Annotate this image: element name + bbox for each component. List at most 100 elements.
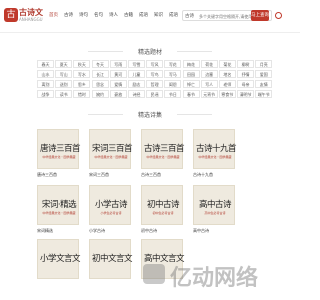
nav-item[interactable]: 知识 xyxy=(154,12,169,18)
topic-tag[interactable]: 端午节 xyxy=(255,90,273,98)
topic-tag[interactable]: 长江 xyxy=(91,70,109,78)
topic-tag[interactable]: 爱情 xyxy=(109,80,127,88)
main-nav: 首页 古诗 诗句 名句 诗人 古籍 成语 知识 成语 查询 xyxy=(49,12,199,18)
topic-tag[interactable]: 读书 xyxy=(55,90,73,98)
cover-title: 高中古诗 xyxy=(198,200,232,210)
topic-tag[interactable]: 写鸟 xyxy=(146,70,164,78)
search-input[interactable] xyxy=(199,12,251,20)
collection-cover[interactable]: 高中古诗 高中生必背古诗 xyxy=(193,185,235,225)
topic-tag[interactable]: 写山 xyxy=(55,70,73,78)
collection-cover[interactable]: 初中古诗 初中生必背古诗 xyxy=(141,185,183,225)
topic-tag[interactable]: 悼亡 xyxy=(182,80,200,88)
topic-tag[interactable]: 冬天 xyxy=(91,60,109,68)
topic-tag[interactable]: 友情 xyxy=(255,80,273,88)
topic-tag[interactable]: 黄河 xyxy=(109,70,127,78)
collection-label[interactable]: 高中古诗 xyxy=(193,228,237,234)
nav-item[interactable]: 成语 xyxy=(139,12,154,18)
cover-title: 宋词·精选 xyxy=(41,200,77,210)
cover-subtitle: 小学生必背古诗 xyxy=(100,211,122,215)
nav-item[interactable]: 古籍 xyxy=(124,12,139,18)
topic-tag[interactable]: 边塞 xyxy=(200,70,218,78)
topic-tag[interactable]: 写花 xyxy=(164,60,182,68)
collection-label[interactable]: 古诗三百首 xyxy=(141,172,185,178)
site-logo[interactable]: 古 古诗文 ANHANGGU xyxy=(4,7,46,27)
topic-tag[interactable]: 春节 xyxy=(182,90,200,98)
nav-item[interactable]: 诗人 xyxy=(109,12,124,18)
topic-tag[interactable]: 老师 xyxy=(218,80,236,88)
collection-label[interactable]: 初中古诗 xyxy=(141,228,185,234)
collection-cover[interactable]: 初中文言文 xyxy=(89,239,133,279)
topic-tag-grid: 春天 夏天 秋天 冬天 写雨 写雪 写风 写花 梅花 荷花 菊花 柳树 月亮山水 写山 写水 长江 黄河 儿童 写鸟… xyxy=(37,60,273,98)
cover-title: 小学古诗 xyxy=(94,200,128,210)
collection-cover[interactable]: 小学文言文 xyxy=(37,239,81,279)
topic-tag[interactable]: 写人 xyxy=(200,80,218,88)
topic-tag[interactable]: 秋天 xyxy=(73,60,91,68)
topic-tag[interactable]: 民谣 xyxy=(146,90,164,98)
topic-tag[interactable]: 夏天 xyxy=(55,60,73,68)
cover-subtitle: 中华经典文化・国学典藏 xyxy=(146,155,180,159)
topic-tag[interactable]: 儿童 xyxy=(127,70,145,78)
topic-tag[interactable]: 梅花 xyxy=(182,60,200,68)
collection-cover[interactable]: 宋词·精选 中华经典文化・国学典藏 xyxy=(37,185,79,225)
nav-item[interactable]: 名句 xyxy=(94,12,109,18)
topic-tag[interactable]: 月亮 xyxy=(255,60,273,68)
topic-tag[interactable]: 清明节 xyxy=(237,90,255,98)
search-type-select[interactable]: 古诗 xyxy=(185,13,194,19)
user-icon[interactable] xyxy=(275,12,282,19)
topic-tag[interactable]: 写水 xyxy=(73,70,91,78)
topic-tag[interactable]: 闺怨 xyxy=(164,80,182,88)
nav-item-home[interactable]: 首页 xyxy=(49,12,64,18)
topic-tag[interactable]: 菊花 xyxy=(218,60,236,68)
collection-cover[interactable]: 古诗三百首 中华经典文化・国学典藏 xyxy=(141,129,185,169)
collection-cover[interactable]: 宋词三百首 中华经典文化・国学典藏 xyxy=(89,129,133,169)
collection-cover[interactable]: 唐诗三百首 中华经典文化・国学典藏 xyxy=(37,129,81,169)
nav-item[interactable]: 古诗 xyxy=(64,12,79,18)
collection-cover[interactable]: 小学古诗 小学生必背古诗 xyxy=(89,185,131,225)
cover-subtitle: 中华经典文化・国学典藏 xyxy=(42,155,76,159)
collection-cover[interactable]: 古诗十九首 中华经典文化・国学典藏 xyxy=(193,129,237,169)
topic-tag[interactable]: 豪放 xyxy=(109,90,127,98)
logo-subtitle: ANHANGGU xyxy=(19,17,43,22)
topic-tag[interactable]: 寒食节 xyxy=(218,90,236,98)
cover-title: 小学文言文 xyxy=(40,254,81,264)
cover-subtitle: 中华经典文化・国学典藏 xyxy=(42,211,76,215)
topic-tag[interactable]: 元宵节 xyxy=(200,90,218,98)
topic-tag[interactable]: 田园 xyxy=(182,70,200,78)
cover-title: 宋词三百首 xyxy=(92,144,133,154)
nav-item[interactable]: 诗句 xyxy=(79,12,94,18)
topic-tag[interactable]: 写风 xyxy=(146,60,164,68)
topic-tag[interactable]: 柳树 xyxy=(237,60,255,68)
topic-tag[interactable]: 节日 xyxy=(164,90,182,98)
topic-tag[interactable]: 母亲 xyxy=(237,80,255,88)
topic-tag[interactable]: 山水 xyxy=(37,70,54,78)
topic-tag[interactable]: 写雨 xyxy=(109,60,127,68)
topic-tag[interactable]: 写马 xyxy=(164,70,182,78)
topic-tag[interactable]: 送别 xyxy=(55,80,73,88)
topic-tag[interactable]: 抒情 xyxy=(237,70,255,78)
topic-tag[interactable]: 地名 xyxy=(218,70,236,78)
topic-tag[interactable]: 哲理 xyxy=(146,80,164,88)
collection-label[interactable]: 古诗十九首 xyxy=(193,172,237,178)
collection-label[interactable]: 小学古诗 xyxy=(89,228,133,234)
cover-title: 古诗十九首 xyxy=(196,144,237,154)
cover-title: 古诗三百首 xyxy=(144,144,185,154)
topic-tag[interactable]: 写雪 xyxy=(127,60,145,68)
collection-label[interactable]: 宋词三百首 xyxy=(89,172,133,178)
topic-tag[interactable]: 思念 xyxy=(91,80,109,88)
topic-tag[interactable]: 诗经 xyxy=(127,90,145,98)
topic-tag[interactable]: 春天 xyxy=(37,60,54,68)
topic-tag[interactable]: 爱国 xyxy=(255,70,273,78)
watermark-logo-icon xyxy=(143,264,165,284)
collection-label[interactable]: 唐诗三百首 xyxy=(37,172,81,178)
topic-tag[interactable]: 战争 xyxy=(37,90,54,98)
collection-label[interactable]: 宋词精选 xyxy=(37,228,81,234)
topic-tag[interactable]: 惜时 xyxy=(73,90,91,98)
topic-tag[interactable]: 思乡 xyxy=(73,80,91,88)
search-button[interactable]: 马上查询 xyxy=(251,10,269,21)
topic-tag[interactable]: 婉约 xyxy=(91,90,109,98)
cover-subtitle: 中华经典文化・国学典藏 xyxy=(198,155,232,159)
logo-icon: 古 xyxy=(4,8,18,22)
topic-tag[interactable]: 励志 xyxy=(127,80,145,88)
topic-tag[interactable]: 荷花 xyxy=(200,60,218,68)
topic-tag[interactable]: 离别 xyxy=(37,80,54,88)
